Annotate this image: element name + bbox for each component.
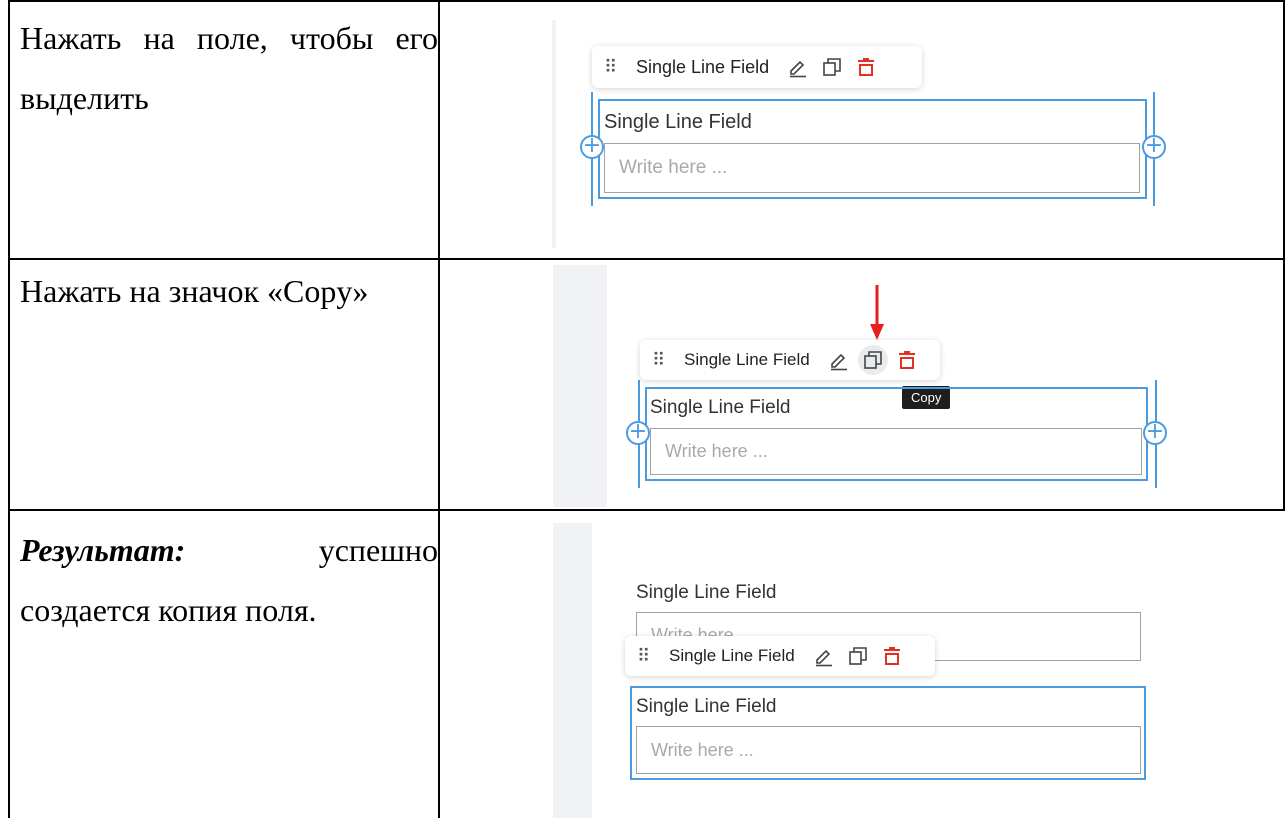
copied-field-label: Single Line Field [636,696,777,717]
toolbar-field-name: Single Line Field [669,646,795,665]
field-toolbar: ⠿ Single Line Field [640,340,940,380]
toolbar-field-name: Single Line Field [684,350,810,369]
field-toolbar: ⠿ Single Line Field [625,636,935,676]
canvas-edge [552,20,556,248]
instruction-table: Нажать на поле, чтобы его выделить ⠿ Sin… [0,0,1285,818]
table-border-left [8,0,10,818]
step3-instruction: Результат: успешно создается копия поля. [20,520,438,640]
delete-trash-icon[interactable] [851,52,881,82]
copy-icon[interactable] [817,52,847,82]
field-input[interactable]: Write here ... [604,143,1140,193]
field-label: Single Line Field [650,397,791,418]
edit-pencil-icon[interactable] [809,641,839,671]
original-field-label: Single Line Field [636,582,777,603]
copied-field-input[interactable]: Write here ... [636,726,1141,774]
table-border-top [8,0,1285,2]
canvas-gutter [553,523,592,818]
add-plus-icon[interactable]: + [580,135,604,159]
drag-handle-icon[interactable]: ⠿ [637,646,663,667]
edit-pencil-icon[interactable] [824,345,854,375]
table-border-row1 [8,258,1285,260]
add-plus-icon[interactable]: + [1143,421,1167,445]
field-input[interactable]: Write here ... [650,428,1142,475]
add-plus-icon[interactable]: + [1142,135,1166,159]
table-border-row2 [8,509,1285,511]
delete-trash-icon[interactable] [892,345,922,375]
result-label: Результат: [20,532,186,568]
canvas-gutter [553,265,607,507]
red-arrow-icon [870,285,884,340]
toolbar-field-name: Single Line Field [636,56,770,77]
delete-trash-icon[interactable] [877,641,907,671]
field-label: Single Line Field [604,111,752,133]
drag-handle-icon[interactable]: ⠿ [652,350,678,371]
add-plus-icon[interactable]: + [626,421,650,445]
field-toolbar: ⠿ Single Line Field [592,46,922,88]
step2-instruction: Нажать на значок «Copy» [20,273,369,309]
copy-icon[interactable] [857,345,888,375]
drag-handle-icon[interactable]: ⠿ [604,57,630,78]
table-border-middle [438,0,440,818]
copy-icon[interactable] [843,641,873,671]
edit-pencil-icon[interactable] [783,52,813,82]
step1-instruction: Нажать на поле, чтобы его выделить [20,20,438,116]
